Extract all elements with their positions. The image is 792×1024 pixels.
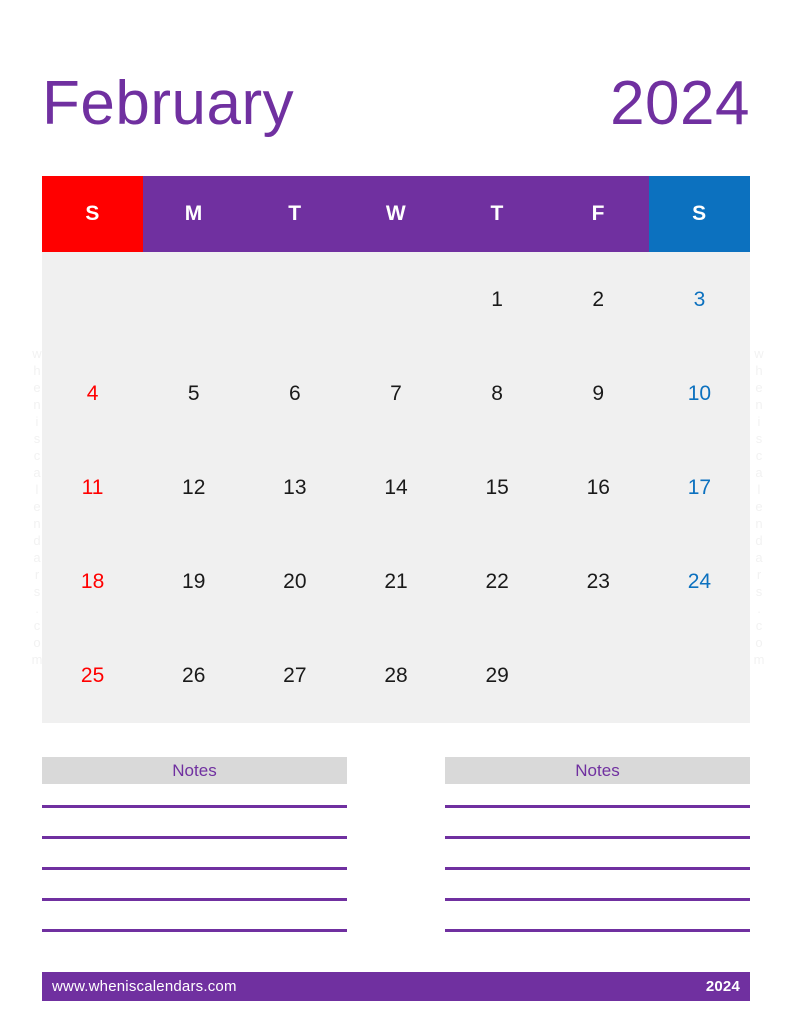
watermark-char: a: [755, 465, 763, 480]
calendar-week-row: 25 26 27 28 29: [42, 629, 750, 723]
watermark-char: c: [755, 618, 763, 633]
day-cell-29[interactable]: 29: [447, 629, 548, 723]
watermark-char: c: [755, 448, 763, 463]
watermark-char: r: [756, 567, 762, 582]
day-cell-19[interactable]: 19: [143, 535, 244, 629]
footer-year: 2024: [705, 978, 740, 995]
day-cell-16[interactable]: 16: [548, 440, 649, 534]
day-cell-empty: [42, 252, 143, 346]
day-cell-empty: [548, 629, 649, 723]
day-cell-20[interactable]: 20: [244, 535, 345, 629]
day-cell-25[interactable]: 25: [42, 629, 143, 723]
day-cell-28[interactable]: 28: [345, 629, 446, 723]
notes-title-1: Notes: [42, 757, 347, 784]
footer-url[interactable]: www.wheniscalendars.com: [52, 978, 237, 995]
watermark-char: n: [755, 516, 763, 531]
day-cell-12[interactable]: 12: [143, 440, 244, 534]
watermark-char: .: [757, 601, 761, 616]
day-cell-empty: [649, 629, 750, 723]
day-cell-26[interactable]: 26: [143, 629, 244, 723]
page-title: February 2024: [42, 58, 750, 150]
day-cell-empty: [143, 252, 244, 346]
watermark-char: n: [755, 397, 763, 412]
calendar-grid: SMTWTFS 1 2 3 4 5 6 7 8 9 10 11 12 13 14 15 16 17 18 19 20 2…: [42, 176, 750, 723]
note-line[interactable]: [445, 836, 750, 839]
watermark-char: m: [753, 652, 765, 667]
watermark-char: e: [755, 380, 763, 395]
note-line[interactable]: [42, 929, 347, 932]
day-cell-5[interactable]: 5: [143, 346, 244, 440]
day-cell-14[interactable]: 14: [345, 440, 446, 534]
day-cell-1[interactable]: 1: [447, 252, 548, 346]
watermark-char: d: [755, 533, 763, 548]
weekday-header-row: SMTWTFS: [42, 176, 750, 252]
notes-section: Notes Notes: [42, 757, 750, 945]
watermark-char: i: [757, 414, 761, 429]
watermark-char: s: [755, 431, 763, 446]
watermark-char: h: [755, 363, 763, 378]
day-cell-7[interactable]: 7: [345, 346, 446, 440]
watermark-char: l: [757, 482, 761, 497]
watermark-char: o: [755, 635, 763, 650]
day-cell-8[interactable]: 8: [447, 346, 548, 440]
day-cell-empty: [244, 252, 345, 346]
weekday-header-0: S: [42, 176, 144, 252]
calendar-week-row: 123: [42, 252, 750, 346]
note-line[interactable]: [42, 805, 347, 808]
calendar-week-row: 4 5 6 7 8 9 10: [42, 346, 750, 440]
note-line[interactable]: [445, 867, 750, 870]
day-cell-22[interactable]: 22: [447, 535, 548, 629]
day-cell-empty: [345, 252, 446, 346]
watermark-char: s: [755, 584, 763, 599]
day-cell-2[interactable]: 2: [548, 252, 649, 346]
day-cell-18[interactable]: 18: [42, 535, 143, 629]
day-cell-17[interactable]: 17: [649, 440, 750, 534]
notes-column-2: Notes: [445, 757, 750, 945]
notes-title-2: Notes: [445, 757, 750, 784]
weekday-header-6: S: [648, 176, 750, 252]
day-cell-4[interactable]: 4: [42, 346, 143, 440]
watermark-char: w: [754, 346, 764, 361]
note-line[interactable]: [445, 805, 750, 808]
watermark-char: a: [755, 550, 763, 565]
note-line[interactable]: [42, 836, 347, 839]
note-line[interactable]: [42, 898, 347, 901]
day-cell-24[interactable]: 24: [649, 535, 750, 629]
weekday-header-4: T: [446, 176, 548, 252]
footer-bar: www.wheniscalendars.com 2024: [42, 972, 750, 1001]
notes-column-1: Notes: [42, 757, 347, 945]
note-line[interactable]: [445, 898, 750, 901]
month-title: February: [42, 69, 295, 138]
calendar-week-row: 18 19 20 21 22 23 24: [42, 535, 750, 629]
weekday-header-3: W: [345, 176, 447, 252]
year-title: 2024: [610, 69, 750, 138]
watermark-char: e: [755, 499, 763, 514]
day-cell-27[interactable]: 27: [244, 629, 345, 723]
day-cell-23[interactable]: 23: [548, 535, 649, 629]
note-line[interactable]: [445, 929, 750, 932]
day-cell-21[interactable]: 21: [345, 535, 446, 629]
weekday-header-2: T: [244, 176, 346, 252]
weekday-header-1: M: [143, 176, 245, 252]
day-cell-11[interactable]: 11: [42, 440, 143, 534]
watermark-right: wheniscalendars.com: [748, 345, 770, 668]
notes-lines-2: [445, 805, 750, 932]
notes-lines-1: [42, 805, 347, 932]
calendar-week-row: 11 12 13 14 15 16 17: [42, 440, 750, 534]
day-cell-6[interactable]: 6: [244, 346, 345, 440]
day-cell-10[interactable]: 10: [649, 346, 750, 440]
day-cell-3[interactable]: 3: [649, 252, 750, 346]
day-cell-13[interactable]: 13: [244, 440, 345, 534]
note-line[interactable]: [42, 867, 347, 870]
day-cell-9[interactable]: 9: [548, 346, 649, 440]
day-cell-15[interactable]: 15: [447, 440, 548, 534]
weekday-header-5: F: [547, 176, 649, 252]
calendar-body: 1 2 3 4 5 6 7 8 9 10 11 12 13 14 15 16 17 18 19 20 21 22 23 24 2…: [42, 252, 750, 723]
calendar-page: February 2024 wheniscalendars.com whenis…: [0, 0, 792, 1024]
